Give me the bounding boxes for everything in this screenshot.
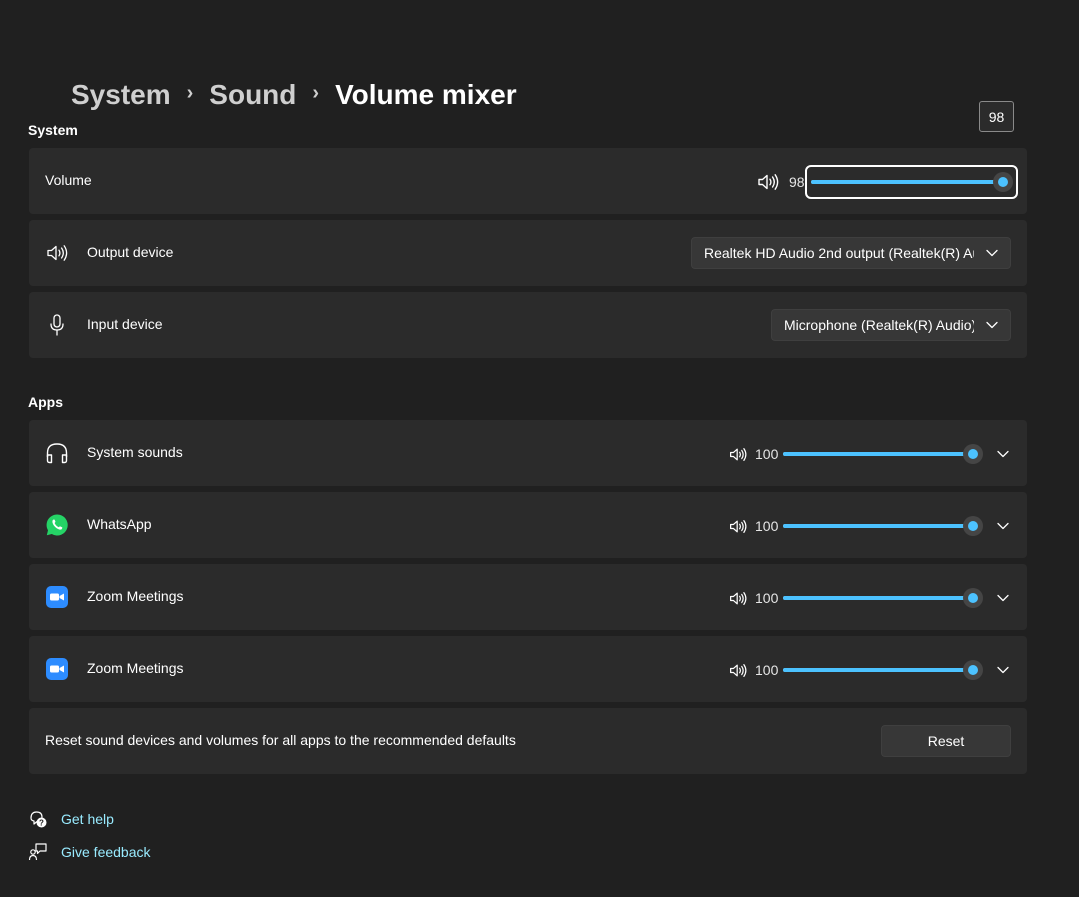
whatsapp-icon <box>45 513 69 537</box>
microphone-icon <box>45 313 69 337</box>
app-row-system-sounds[interactable]: System sounds 100 <box>29 420 1027 486</box>
slider-fill <box>783 668 973 672</box>
input-device-label: Input device <box>87 316 163 332</box>
system-section-title: System <box>28 122 78 138</box>
speaker-icon[interactable] <box>728 444 748 464</box>
app-row-whatsapp[interactable]: WhatsApp 100 <box>29 492 1027 558</box>
app-volume-value: 100 <box>755 590 779 606</box>
input-device-card: Input device Microphone (Realtek(R) Audi… <box>29 292 1027 358</box>
breadcrumb-system[interactable]: System <box>71 79 171 111</box>
breadcrumb-chevron-icon: › <box>312 81 320 104</box>
app-volume-slider[interactable] <box>783 659 983 680</box>
slider-thumb[interactable] <box>963 444 983 464</box>
speaker-icon[interactable] <box>728 660 748 680</box>
output-device-card: Output device Realtek HD Audio 2nd outpu… <box>29 220 1027 286</box>
app-volume-slider[interactable] <box>783 443 983 464</box>
app-volume-value: 100 <box>755 446 779 462</box>
app-name: Zoom Meetings <box>87 660 184 676</box>
app-row-zoom-meetings[interactable]: Zoom Meetings 100 <box>29 636 1027 702</box>
volume-tooltip: 98 <box>979 101 1014 132</box>
app-name: Zoom Meetings <box>87 588 184 604</box>
headphones-icon <box>45 441 69 465</box>
expand-chevron-icon[interactable] <box>993 660 1013 680</box>
speaker-icon[interactable] <box>728 588 748 608</box>
give-feedback-text[interactable]: Give feedback <box>61 844 151 860</box>
output-device-selected: Realtek HD Audio 2nd output (Realtek(R) … <box>704 245 974 261</box>
get-help-text[interactable]: Get help <box>61 811 114 827</box>
breadcrumb-chevron-icon: › <box>186 81 194 104</box>
speaker-icon[interactable] <box>756 171 780 193</box>
chevron-down-icon <box>974 238 1010 268</box>
volume-label: Volume <box>45 172 92 188</box>
app-name: WhatsApp <box>87 516 152 532</box>
slider-thumb[interactable] <box>963 588 983 608</box>
get-help-link[interactable]: ? Get help <box>28 809 114 829</box>
system-volume-card: Volume 98 <box>29 148 1027 214</box>
slider-thumb[interactable] <box>993 172 1014 192</box>
slider-fill <box>811 180 1004 184</box>
slider-fill <box>783 524 973 528</box>
slider-thumb[interactable] <box>963 516 983 536</box>
chevron-down-icon <box>974 310 1010 340</box>
app-volume-value: 100 <box>755 518 779 534</box>
breadcrumb-sound[interactable]: Sound <box>209 79 296 111</box>
slider-fill <box>783 452 973 456</box>
app-row-zoom-meetings[interactable]: Zoom Meetings 100 <box>29 564 1027 630</box>
breadcrumb: System › Sound › Volume mixer <box>71 76 517 114</box>
reset-card: Reset sound devices and volumes for all … <box>29 708 1027 774</box>
output-device-dropdown[interactable]: Realtek HD Audio 2nd output (Realtek(R) … <box>691 237 1011 269</box>
feedback-icon <box>28 842 48 862</box>
expand-chevron-icon[interactable] <box>993 588 1013 608</box>
app-volume-slider[interactable] <box>783 515 983 536</box>
svg-text:?: ? <box>39 818 44 827</box>
zoom-icon <box>45 657 69 681</box>
speaker-icon <box>45 241 69 265</box>
input-device-dropdown[interactable]: Microphone (Realtek(R) Audio) <box>771 309 1011 341</box>
speaker-icon[interactable] <box>728 516 748 536</box>
give-feedback-link[interactable]: Give feedback <box>28 842 151 862</box>
expand-chevron-icon[interactable] <box>993 444 1013 464</box>
reset-label: Reset sound devices and volumes for all … <box>45 732 516 748</box>
volume-value: 98 <box>789 174 805 190</box>
apps-section-title: Apps <box>28 394 63 410</box>
system-volume-slider[interactable] <box>811 171 1014 192</box>
reset-button[interactable]: Reset <box>881 725 1011 757</box>
zoom-icon <box>45 585 69 609</box>
app-volume-value: 100 <box>755 662 779 678</box>
expand-chevron-icon[interactable] <box>993 516 1013 536</box>
slider-fill <box>783 596 973 600</box>
app-volume-slider[interactable] <box>783 587 983 608</box>
input-device-selected: Microphone (Realtek(R) Audio) <box>784 317 974 333</box>
help-icon: ? <box>28 809 48 829</box>
output-device-label: Output device <box>87 244 174 260</box>
page-title: Volume mixer <box>335 79 517 110</box>
app-name: System sounds <box>87 444 183 460</box>
slider-thumb[interactable] <box>963 660 983 680</box>
